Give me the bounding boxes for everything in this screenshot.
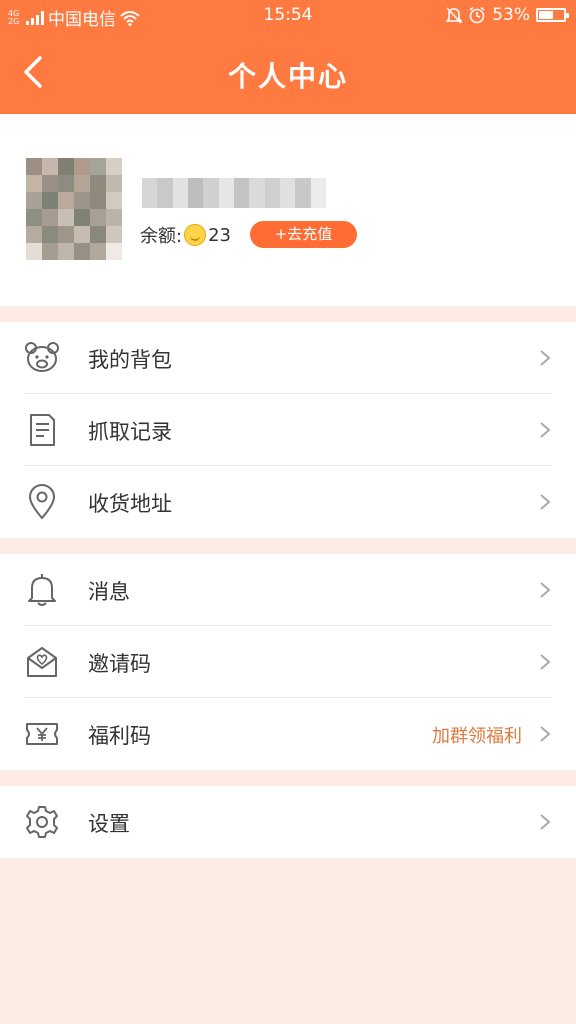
menu-label: 我的背包	[88, 348, 172, 372]
document-icon	[30, 414, 55, 446]
recharge-button[interactable]: +去充值	[250, 221, 357, 248]
menu-label: 设置	[88, 812, 130, 836]
balance: 余额: 23	[140, 222, 231, 248]
chevron-right-icon	[540, 582, 551, 598]
top-bar: 4G 2G 中国电信 15:54 53% 个人中心	[0, 0, 576, 114]
menu-label: 收货地址	[88, 492, 172, 516]
mute-bell-icon	[446, 7, 463, 24]
bell-icon	[28, 574, 56, 606]
bear-icon	[25, 342, 59, 372]
nickname-blurred	[142, 178, 326, 208]
battery-percent: 53%	[492, 5, 530, 25]
avatar[interactable]	[26, 158, 122, 262]
join-group-hint: 加群领福利	[432, 726, 522, 747]
chevron-right-icon	[540, 654, 551, 670]
chevron-right-icon	[540, 494, 551, 510]
menu-label: 抓取记录	[88, 420, 172, 444]
envelope-heart-icon	[27, 647, 57, 677]
menu-label: 邀请码	[88, 652, 151, 676]
menu-item-backpack[interactable]: 我的背包	[0, 322, 576, 394]
status-bar: 4G 2G 中国电信 15:54 53%	[0, 0, 576, 32]
menu-item-messages[interactable]: 消息	[0, 554, 576, 626]
battery-icon	[536, 8, 569, 22]
location-pin-icon	[28, 484, 56, 520]
menu-item-welfare-code[interactable]: 福利码 加群领福利	[0, 698, 576, 770]
balance-label: 余额:	[140, 226, 183, 247]
menu-group-1: 我的背包 抓取记录 收货地址	[0, 322, 576, 538]
menu-group-3: 设置	[0, 786, 576, 858]
balance-value: 23	[208, 224, 231, 246]
coupon-yen-icon	[26, 723, 58, 745]
menu-item-address[interactable]: 收货地址	[0, 466, 576, 538]
battery-fill	[539, 11, 553, 19]
chevron-right-icon	[540, 422, 551, 438]
alarm-icon	[469, 6, 485, 24]
chevron-right-icon	[540, 726, 551, 742]
menu-item-invite-code[interactable]: 邀请码	[0, 626, 576, 698]
page-title: 个人中心	[227, 60, 348, 93]
menu-item-catch-records[interactable]: 抓取记录	[0, 394, 576, 466]
coin-icon	[184, 224, 207, 246]
menu-item-settings[interactable]: 设置	[0, 786, 576, 858]
status-right: 53%	[446, 5, 569, 25]
menu-group-2: 消息 邀请码 福利码 加群领福利	[0, 554, 576, 770]
chevron-right-icon	[540, 350, 551, 366]
profile-card: 余额: 23 +去充值	[0, 114, 576, 306]
gear-icon	[26, 806, 58, 838]
menu-label: 福利码	[88, 724, 151, 748]
menu-label: 消息	[88, 580, 130, 604]
chevron-right-icon	[540, 814, 551, 830]
